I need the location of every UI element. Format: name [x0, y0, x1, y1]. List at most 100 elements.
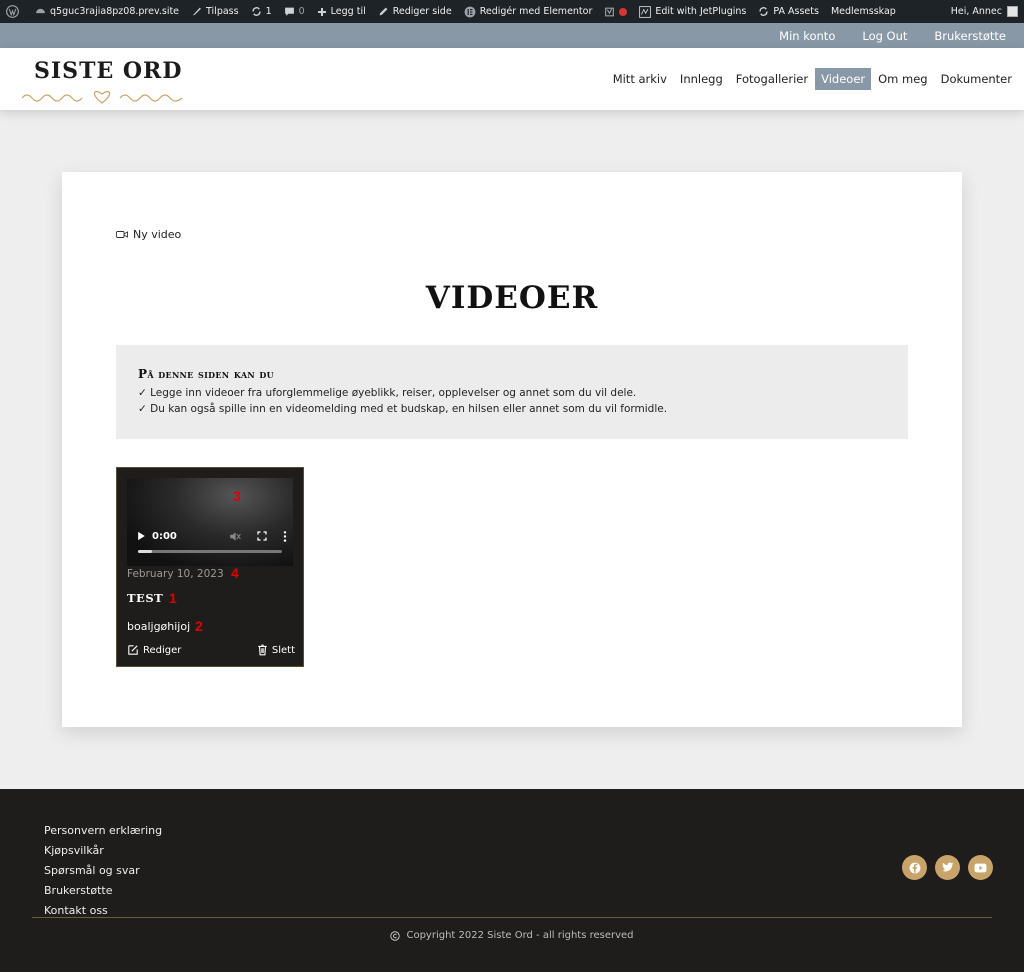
support-link[interactable]: Brukerstøtte	[934, 29, 1006, 43]
site-logo[interactable]: SISTE ORD	[20, 56, 190, 104]
info-heading: På denne siden kan du	[138, 367, 274, 381]
player-progress-bar[interactable]	[138, 550, 282, 553]
membership-label: Medlemsskap	[830, 6, 896, 17]
logout-link[interactable]: Log Out	[862, 29, 907, 43]
site-name-label: q5guc3rajia8pz08.prev.site	[50, 6, 180, 17]
footer-link-support[interactable]: Brukerstøtte	[44, 881, 162, 901]
video-date: February 10, 2023	[127, 568, 224, 580]
page-title: VIDEOER	[425, 280, 599, 316]
delete-label: Slett	[271, 644, 295, 656]
my-account-link[interactable]: Min konto	[779, 29, 835, 43]
site-footer: Personvern erklæring Kjøpsvilkår Spørsmå…	[0, 789, 1024, 972]
edit-video-button[interactable]: Rediger	[127, 644, 181, 656]
twitter-icon	[942, 862, 954, 872]
customize-label: Tilpass	[206, 6, 239, 17]
footer-link-privacy[interactable]: Personvern erklæring	[44, 821, 162, 841]
plus-icon	[317, 7, 326, 16]
content-card: Ny video VIDEOER På denne siden kan du ✓…	[62, 172, 962, 727]
player-time: 0:00	[152, 530, 177, 542]
sync-icon	[759, 7, 768, 16]
twitter-link[interactable]	[935, 855, 960, 880]
video-camera-icon	[116, 231, 128, 238]
marker-4: 4	[231, 565, 239, 581]
updates-link[interactable]: 1	[245, 0, 278, 23]
jetplugins-label: Edit with JetPlugins	[655, 6, 747, 17]
seo-status-dot	[619, 7, 628, 16]
main-nav: Mitt arkiv Innlegg Fotogallerier Videoer…	[606, 68, 1018, 90]
elementor-icon	[464, 6, 476, 17]
jetplugins-link[interactable]: Edit with JetPlugins	[633, 0, 752, 23]
edit-icon	[128, 645, 138, 655]
mute-icon[interactable]	[229, 531, 241, 542]
utility-bar: Min konto Log Out Brukerstøtte	[0, 23, 1024, 48]
copyright-text: Copyright 2022 Siste Ord - all rights re…	[406, 930, 634, 941]
seo-link[interactable]	[598, 0, 633, 23]
refresh-icon	[252, 7, 261, 16]
copyright-icon	[390, 930, 401, 941]
nav-fotogallerier[interactable]: Fotogallerier	[730, 68, 814, 90]
add-new-link[interactable]: Legg til	[311, 0, 372, 23]
site-header: SISTE ORD Mitt arkiv Innlegg Fotogalleri…	[0, 48, 1024, 110]
delete-video-button[interactable]: Slett	[257, 644, 295, 656]
youtube-icon	[974, 863, 987, 872]
footer-link-terms[interactable]: Kjøpsvilkår	[44, 841, 162, 861]
marker-1: 1	[169, 590, 177, 606]
comments-link[interactable]: 0	[278, 0, 311, 23]
facebook-icon	[909, 862, 920, 873]
new-video-link[interactable]: Ny video	[116, 228, 181, 241]
nav-mitt-arkiv[interactable]: Mitt arkiv	[607, 68, 673, 90]
edit-label: Rediger	[143, 644, 182, 656]
nav-dokumenter[interactable]: Dokumenter	[935, 68, 1018, 90]
wordpress-logo-button[interactable]	[0, 0, 29, 23]
greeting-label: Hei, Annec	[950, 6, 1002, 17]
logo-heart-flourish-icon	[21, 91, 183, 104]
membership-link[interactable]: Medlemsskap	[825, 0, 902, 23]
player-progress-fill	[138, 550, 153, 553]
account-menu[interactable]: Hei, Annec	[945, 0, 1024, 23]
pencil-icon	[379, 7, 388, 16]
info-line-2: ✓ Du kan også spille inn en videomelding…	[138, 403, 668, 415]
comments-count: 0	[298, 6, 305, 17]
jetplugins-icon	[639, 5, 652, 18]
player-controls: 0:00	[137, 528, 287, 544]
nav-innlegg[interactable]: Innlegg	[674, 68, 729, 90]
footer-divider	[32, 917, 992, 918]
play-icon[interactable]	[137, 531, 146, 541]
elementor-link[interactable]: Redigér med Elementor	[458, 0, 599, 23]
copyright: Copyright 2022 Siste Ord - all rights re…	[0, 930, 1024, 941]
edit-page-link[interactable]: Rediger side	[372, 0, 458, 23]
video-player[interactable]: 0:00	[127, 478, 293, 566]
marker-3: 3	[233, 488, 241, 504]
customize-link[interactable]: Tilpass	[185, 0, 245, 23]
nav-videoer[interactable]: Videoer	[815, 68, 872, 90]
youtube-link[interactable]	[968, 855, 993, 880]
dashboard-icon	[36, 8, 45, 14]
brush-icon	[192, 7, 201, 16]
video-actions: Rediger Slett	[127, 644, 295, 656]
social-links	[894, 855, 993, 880]
elementor-label: Redigér med Elementor	[479, 6, 593, 17]
pa-assets-link[interactable]: PA Assets	[752, 0, 825, 23]
updates-count: 1	[265, 6, 272, 17]
info-box: På denne siden kan du ✓ Legge inn videoe…	[116, 345, 908, 439]
nav-om-meg[interactable]: Om meg	[872, 68, 934, 90]
facebook-link[interactable]	[902, 855, 927, 880]
video-description: boaljgøhijoj	[127, 620, 191, 633]
site-name-link[interactable]: q5guc3rajia8pz08.prev.site	[29, 0, 185, 23]
pa-assets-label: PA Assets	[773, 6, 819, 17]
marker-2: 2	[195, 618, 203, 634]
video-title: TEST	[127, 591, 164, 605]
fullscreen-icon[interactable]	[257, 531, 267, 541]
footer-link-faq[interactable]: Spørsmål og svar	[44, 861, 162, 881]
add-new-label: Legg til	[330, 6, 366, 17]
logo-text: SISTE ORD	[34, 58, 183, 84]
info-line-1: ✓ Legge inn videoer fra uforglemmelige ø…	[138, 387, 637, 399]
more-options-icon[interactable]	[283, 530, 287, 542]
new-video-label: Ny video	[133, 228, 182, 241]
video-card: 0:00 3 February 10, 2023 4 TEST 1 boaljg…	[116, 467, 304, 667]
edit-page-label: Rediger side	[392, 6, 452, 17]
yoast-icon	[605, 7, 615, 16]
footer-link-contact[interactable]: Kontakt oss	[44, 901, 162, 921]
trash-icon	[258, 644, 267, 656]
wordpress-icon	[6, 5, 19, 18]
